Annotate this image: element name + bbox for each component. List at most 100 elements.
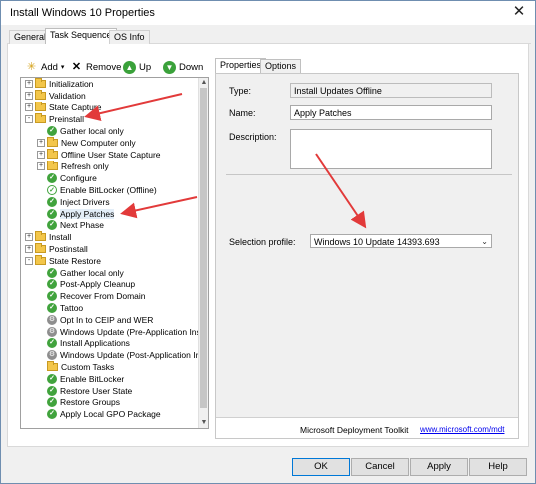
tree-item[interactable]: + Initialization bbox=[21, 78, 199, 90]
tree-item[interactable]: ⚙ Windows Update (Post-Application Ins bbox=[21, 349, 199, 361]
tree-item[interactable]: ✓ Apply Patches bbox=[21, 208, 199, 220]
expand-icon[interactable]: + bbox=[25, 91, 33, 100]
collapse-icon[interactable]: - bbox=[25, 115, 33, 124]
tree-item[interactable]: ✓ Install Applications bbox=[21, 338, 199, 350]
check-icon: ✓ bbox=[47, 208, 57, 219]
remove-button[interactable]: ✕ Remove bbox=[70, 59, 121, 75]
tree-item[interactable]: Custom Tasks bbox=[21, 361, 199, 373]
tab-os-info[interactable]: OS Info bbox=[109, 30, 150, 44]
expand-icon[interactable]: + bbox=[37, 138, 45, 147]
tree-item-label: State Restore bbox=[49, 255, 101, 266]
tree-item[interactable]: ✓ Restore User State bbox=[21, 385, 199, 397]
name-field[interactable]: Apply Patches bbox=[290, 105, 492, 120]
expand-icon[interactable]: + bbox=[25, 233, 33, 242]
cancel-button[interactable]: Cancel bbox=[351, 458, 409, 476]
check-icon: ✓ bbox=[47, 196, 57, 207]
tree-item[interactable]: ✓ Configure bbox=[21, 172, 199, 184]
sparkle-add-icon: ✳ bbox=[26, 60, 37, 73]
tree-item-label: Custom Tasks bbox=[61, 362, 115, 373]
collapse-icon[interactable]: - bbox=[25, 256, 33, 265]
tree-item-label: Validation bbox=[49, 90, 86, 101]
tree-item[interactable]: ✓ Restore Groups bbox=[21, 397, 199, 409]
add-button[interactable]: ✳ Add ▾ bbox=[25, 59, 65, 75]
tree-item[interactable]: ⚙ Windows Update (Pre-Application Inst bbox=[21, 326, 199, 338]
type-label: Type: bbox=[229, 86, 252, 96]
folder-icon bbox=[35, 89, 46, 100]
expand-icon[interactable]: + bbox=[25, 103, 33, 112]
down-button[interactable]: ▼ Down bbox=[163, 59, 203, 75]
tree-item[interactable]: ✓ Gather local only bbox=[21, 125, 199, 137]
tree-item[interactable]: + Validation bbox=[21, 89, 199, 102]
folder-icon bbox=[35, 243, 46, 254]
ok-button[interactable]: OK bbox=[292, 458, 350, 476]
gear-icon: ⚙ bbox=[47, 350, 57, 361]
tree-item[interactable]: ✓ Gather local only bbox=[21, 267, 199, 279]
check-icon: ✓ bbox=[47, 338, 57, 349]
up-arrow-icon: ▲ bbox=[123, 60, 136, 74]
brand-name: Microsoft Deployment Toolkit bbox=[300, 425, 409, 435]
tree-item[interactable]: ⚙ Opt In to CEIP and WER bbox=[21, 314, 199, 326]
tree-item-label: Apply Local GPO Package bbox=[60, 409, 161, 420]
apply-button[interactable]: Apply bbox=[410, 458, 468, 476]
selection-profile-dropdown[interactable]: Windows 10 Update 14393.693 ⌄ bbox=[310, 234, 492, 248]
check-outline-icon: ✓ bbox=[47, 185, 57, 196]
check-icon: ✓ bbox=[47, 303, 57, 314]
tree-item[interactable]: + Offline User State Capture bbox=[21, 148, 199, 161]
scroll-up-icon[interactable]: ▲ bbox=[199, 78, 208, 88]
remove-x-icon: ✕ bbox=[71, 60, 82, 73]
tree-item[interactable]: - Preinstall bbox=[21, 113, 199, 125]
tree-item[interactable]: ✓ Next Phase bbox=[21, 220, 199, 232]
tab-options[interactable]: Options bbox=[260, 59, 302, 73]
tree-item[interactable]: + State Capture bbox=[21, 101, 199, 114]
mdt-link[interactable]: www.microsoft.com/mdt bbox=[420, 425, 504, 434]
tree-item[interactable]: ✓ Inject Drivers bbox=[21, 196, 199, 208]
tab-properties[interactable]: Properties bbox=[215, 58, 267, 73]
folder-icon bbox=[35, 231, 46, 242]
expand-icon[interactable]: + bbox=[37, 162, 45, 171]
title-bar: Install Windows 10 Properties ✕ bbox=[1, 1, 535, 25]
tree-scrollbar[interactable]: ▲ ▼ bbox=[198, 78, 208, 428]
expand-icon[interactable]: + bbox=[37, 150, 45, 159]
tree-item[interactable]: ✓ Apply Local GPO Package bbox=[21, 408, 199, 420]
tree-item[interactable]: + New Computer only bbox=[21, 136, 199, 149]
up-button[interactable]: ▲ Up bbox=[123, 59, 151, 75]
scrollbar-thumb[interactable] bbox=[200, 88, 207, 408]
scroll-down-icon[interactable]: ▼ bbox=[199, 418, 208, 428]
up-label: Up bbox=[139, 61, 152, 73]
tree-item[interactable]: ✓ Post-Apply Cleanup bbox=[21, 279, 199, 291]
tree-item-label: Enable BitLocker (Offline) bbox=[60, 185, 157, 196]
close-icon[interactable]: ✕ bbox=[509, 3, 529, 21]
tree-item[interactable]: ✓ Enable BitLocker (Offline) bbox=[21, 184, 199, 196]
remove-label: Remove bbox=[86, 61, 122, 73]
tree-item[interactable]: ✓ Tattoo bbox=[21, 302, 199, 314]
description-field[interactable] bbox=[290, 129, 492, 169]
tree-item-label: New Computer only bbox=[61, 137, 136, 148]
tab-task-sequence[interactable]: Task Sequence bbox=[45, 28, 117, 45]
tree-item[interactable]: + Refresh only bbox=[21, 160, 199, 173]
expand-icon[interactable]: + bbox=[25, 245, 33, 254]
help-button[interactable]: Help bbox=[469, 458, 527, 476]
folder-icon bbox=[47, 160, 58, 171]
tree-item-label: Refresh only bbox=[61, 161, 109, 172]
check-icon: ✓ bbox=[47, 173, 57, 184]
tree-item-label: Postinstall bbox=[49, 244, 88, 255]
gear-icon: ⚙ bbox=[47, 326, 57, 337]
tree-item-label: Apply Patches bbox=[60, 208, 115, 219]
check-icon: ✓ bbox=[47, 385, 57, 396]
check-icon: ✓ bbox=[47, 409, 57, 420]
tree-item[interactable]: - State Restore bbox=[21, 254, 199, 267]
folder-icon bbox=[47, 148, 58, 159]
tree-item[interactable]: ✓ Enable BitLocker bbox=[21, 373, 199, 385]
tree-item-label: Enable BitLocker bbox=[60, 373, 125, 384]
task-sequence-tree[interactable]: + Initialization + Validation + State Capture… bbox=[20, 77, 209, 429]
expand-icon[interactable]: + bbox=[25, 79, 33, 88]
tree-item[interactable]: + Postinstall bbox=[21, 243, 199, 255]
tree-item[interactable]: ✓ Recover From Domain bbox=[21, 290, 199, 302]
divider bbox=[226, 174, 512, 175]
folder-icon bbox=[47, 136, 58, 147]
tree-item[interactable]: + Install bbox=[21, 231, 199, 243]
selection-profile-label: Selection profile: bbox=[229, 237, 296, 247]
description-label: Description: bbox=[229, 132, 277, 142]
folder-icon bbox=[47, 361, 58, 372]
tree-item-label: Configure bbox=[60, 173, 97, 184]
